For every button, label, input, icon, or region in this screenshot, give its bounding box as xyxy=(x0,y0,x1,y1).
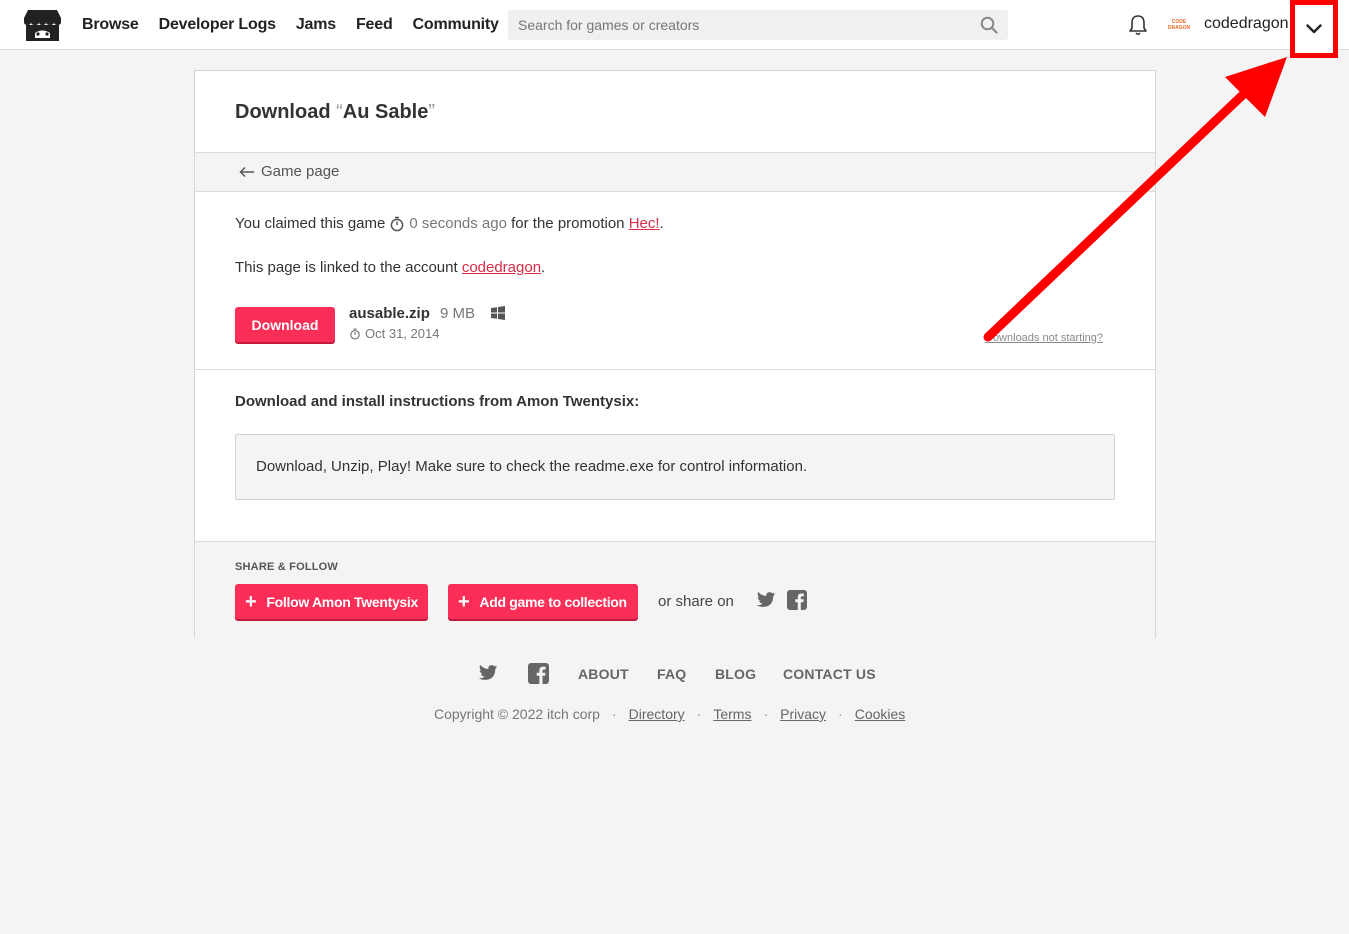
account-link[interactable]: codedragon xyxy=(462,259,541,276)
add-to-collection-label: Add game to collection xyxy=(479,593,627,610)
footer-contact-link[interactable]: CONTACT US xyxy=(783,666,876,682)
username[interactable]: codedragon xyxy=(1204,15,1289,33)
add-to-collection-button[interactable]: + Add game to collection xyxy=(448,584,638,619)
separator: · xyxy=(838,706,843,722)
plus-icon: + xyxy=(245,590,257,613)
main-nav: Browse Developer Logs Jams Feed Communit… xyxy=(82,0,519,50)
nav-feed[interactable]: Feed xyxy=(356,16,393,34)
nav-community[interactable]: Community xyxy=(413,16,499,34)
game-page-link[interactable]: Game page xyxy=(239,163,339,180)
instructions-box: Download, Unzip, Play! Make sure to chec… xyxy=(235,434,1115,500)
page-title: Download “Au Sable” xyxy=(235,101,435,124)
download-panel: Download “Au Sable” Game page You claime… xyxy=(194,70,1156,638)
search-input[interactable] xyxy=(508,10,978,40)
windows-icon xyxy=(491,306,505,320)
separator: · xyxy=(763,706,769,722)
share-follow-section: SHARE & FOLLOW + Follow Amon Twentysix +… xyxy=(195,541,1155,638)
follow-button[interactable]: + Follow Amon Twentysix xyxy=(235,584,428,619)
facebook-icon[interactable] xyxy=(787,590,807,610)
linked-prefix: This page is linked to the account xyxy=(235,259,458,276)
divider xyxy=(195,369,1155,370)
top-header: Browse Developer Logs Jams Feed Communit… xyxy=(0,0,1349,50)
footer-legal: Copyright © 2022 itch corp · Directory ·… xyxy=(434,706,905,722)
back-bar: Game page xyxy=(195,152,1155,192)
nav-browse[interactable]: Browse xyxy=(82,16,139,34)
nav-jams[interactable]: Jams xyxy=(296,16,336,34)
twitter-icon[interactable] xyxy=(478,664,498,682)
file-date: Oct 31, 2014 xyxy=(349,326,439,341)
itchio-logo-icon[interactable] xyxy=(23,8,62,43)
file-size: 9 MB xyxy=(440,305,476,322)
footer-links: ABOUT FAQ BLOG CONTACT US xyxy=(0,662,1349,686)
claim-prefix: You claimed this game xyxy=(235,215,386,232)
file-name: ausable.zip xyxy=(349,305,430,322)
footer-about-link[interactable]: ABOUT xyxy=(578,666,629,682)
instructions-title: Download and install instructions from A… xyxy=(235,393,640,410)
share-follow-label: SHARE & FOLLOW xyxy=(235,561,339,573)
file-date-text: Oct 31, 2014 xyxy=(365,326,440,341)
follow-button-label: Follow Amon Twentysix xyxy=(266,593,418,610)
terms-link[interactable]: Terms xyxy=(713,706,751,722)
game-page-label: Game page xyxy=(261,163,340,180)
footer-faq-link[interactable]: FAQ xyxy=(657,666,686,682)
search-icon[interactable] xyxy=(980,16,998,34)
claim-time: 0 seconds ago xyxy=(409,215,507,232)
stopwatch-icon xyxy=(350,328,360,340)
user-menu-dropdown-button[interactable] xyxy=(1290,0,1338,58)
share-on-text: or share on xyxy=(658,593,734,610)
linked-end: . xyxy=(541,259,546,276)
search-box xyxy=(508,10,1008,40)
bell-icon[interactable] xyxy=(1128,14,1148,36)
linked-account-message: This page is linked to the account coded… xyxy=(235,259,545,276)
copyright-text: Copyright © 2022 itch corp xyxy=(434,706,600,722)
claim-end: . xyxy=(659,215,664,232)
title-prefix: Download xyxy=(235,101,337,123)
instructions-text: Download, Unzip, Play! Make sure to chec… xyxy=(256,458,808,475)
directory-link[interactable]: Directory xyxy=(629,706,685,722)
download-button[interactable]: Download xyxy=(235,307,335,342)
plus-icon: + xyxy=(458,590,470,613)
twitter-icon[interactable] xyxy=(756,591,776,609)
separator: · xyxy=(696,706,702,722)
arrow-left-icon xyxy=(239,166,254,177)
nav-developer-logs[interactable]: Developer Logs xyxy=(159,16,276,34)
open-quote: “ xyxy=(336,101,343,123)
game-title: Au Sable xyxy=(342,101,429,123)
promotion-link[interactable]: Hec! xyxy=(629,215,660,232)
facebook-icon[interactable] xyxy=(528,663,549,684)
avatar[interactable]: CODE DRAGON xyxy=(1166,14,1192,36)
close-quote: ” xyxy=(428,101,436,123)
claim-mid: for the promotion xyxy=(511,215,625,232)
privacy-link[interactable]: Privacy xyxy=(780,706,826,722)
claim-message: You claimed this game 0 seconds ago for … xyxy=(235,215,664,232)
cookies-link[interactable]: Cookies xyxy=(855,706,906,722)
footer-blog-link[interactable]: BLOG xyxy=(715,666,756,682)
separator: · xyxy=(611,706,617,722)
stopwatch-icon xyxy=(391,216,404,231)
avatar-text-line2: DRAGON xyxy=(1167,25,1191,31)
chevron-down-icon xyxy=(1306,24,1322,34)
downloads-not-starting-link[interactable]: Downloads not starting? xyxy=(985,332,1103,344)
